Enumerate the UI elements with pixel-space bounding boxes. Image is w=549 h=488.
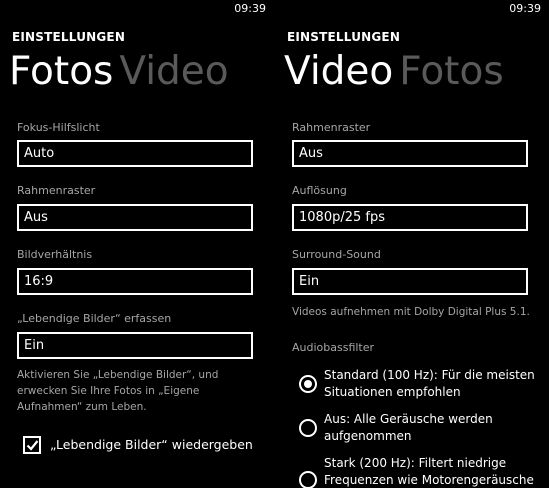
grid-label: Rahmenraster <box>17 184 96 197</box>
radio-option-label: Standard (100 Hz): Für die meisten Situa… <box>324 368 535 399</box>
radio-option-label: Stark (200 Hz): Filtert niedrige Frequen… <box>324 456 534 487</box>
focus-assist-label: Fokus-Hilfslicht <box>17 121 100 134</box>
app-title: EINSTELLUNGEN <box>12 30 126 44</box>
focus-assist-select[interactable]: Auto <box>17 140 253 167</box>
resolution-select[interactable]: 1080p/25 fps <box>292 204 528 231</box>
living-images-label: „Lebendige Bilder“ erfassen <box>17 312 172 325</box>
surround-sound-select[interactable]: Ein <box>292 268 528 295</box>
pivot-tab-fotos[interactable]: Fotos <box>399 49 503 94</box>
aspect-ratio-select[interactable]: 16:9 <box>17 268 253 295</box>
living-images-select[interactable]: Ein <box>17 332 253 359</box>
surround-description: Videos aufnehmen mit Dolby Digital Plus … <box>292 306 530 318</box>
playback-checkbox[interactable] <box>23 436 41 454</box>
resolution-label: Auflösung <box>292 184 347 197</box>
grid-select[interactable]: Aus <box>292 140 528 167</box>
pivot-tab-video[interactable]: Video <box>284 49 393 94</box>
aspect-ratio-label: Bildverhältnis <box>17 248 93 261</box>
radio-button[interactable] <box>299 419 317 437</box>
radio-option-label: Aus: Alle Geräusche werden aufgenommen <box>324 412 493 443</box>
app-title: EINSTELLUNGEN <box>287 30 401 44</box>
grid-label: Rahmenraster <box>292 121 371 134</box>
bass-filter-option-off[interactable]: Aus: Alle Geräusche werden aufgenommen <box>299 411 549 447</box>
bass-filter-option-strong[interactable]: Stark (200 Hz): Filtert niedrige Frequen… <box>299 455 549 488</box>
pivot-header: Video Fotos <box>284 49 504 94</box>
grid-select[interactable]: Aus <box>17 204 253 231</box>
bass-filter-option-standard[interactable]: Standard (100 Hz): Für die meisten Situa… <box>299 367 549 403</box>
radio-button[interactable] <box>299 471 317 488</box>
status-clock: 09:39 <box>509 2 541 15</box>
pivot-header: Fotos Video <box>9 49 229 94</box>
status-clock: 09:39 <box>234 2 266 15</box>
bass-filter-label: Audiobassfilter <box>292 341 375 354</box>
radio-selected-dot <box>304 380 312 388</box>
pivot-tab-video[interactable]: Video <box>119 49 228 94</box>
video-settings-panel: 09:39 EINSTELLUNGEN Video Fotos Rahmenras… <box>275 0 549 488</box>
photo-settings-panel: 09:39 EINSTELLUNGEN Fotos Video Fokus-Hil… <box>0 0 274 488</box>
checkmark-icon <box>26 440 39 451</box>
pivot-tab-fotos[interactable]: Fotos <box>9 49 113 94</box>
surround-sound-label: Surround-Sound <box>292 248 381 261</box>
living-images-description: Aktivieren Sie „Lebendige Bilder“, und e… <box>17 369 219 413</box>
radio-button[interactable] <box>299 375 317 393</box>
playback-checkbox-label: „Lebendige Bilder“ wiedergeben <box>50 437 253 452</box>
